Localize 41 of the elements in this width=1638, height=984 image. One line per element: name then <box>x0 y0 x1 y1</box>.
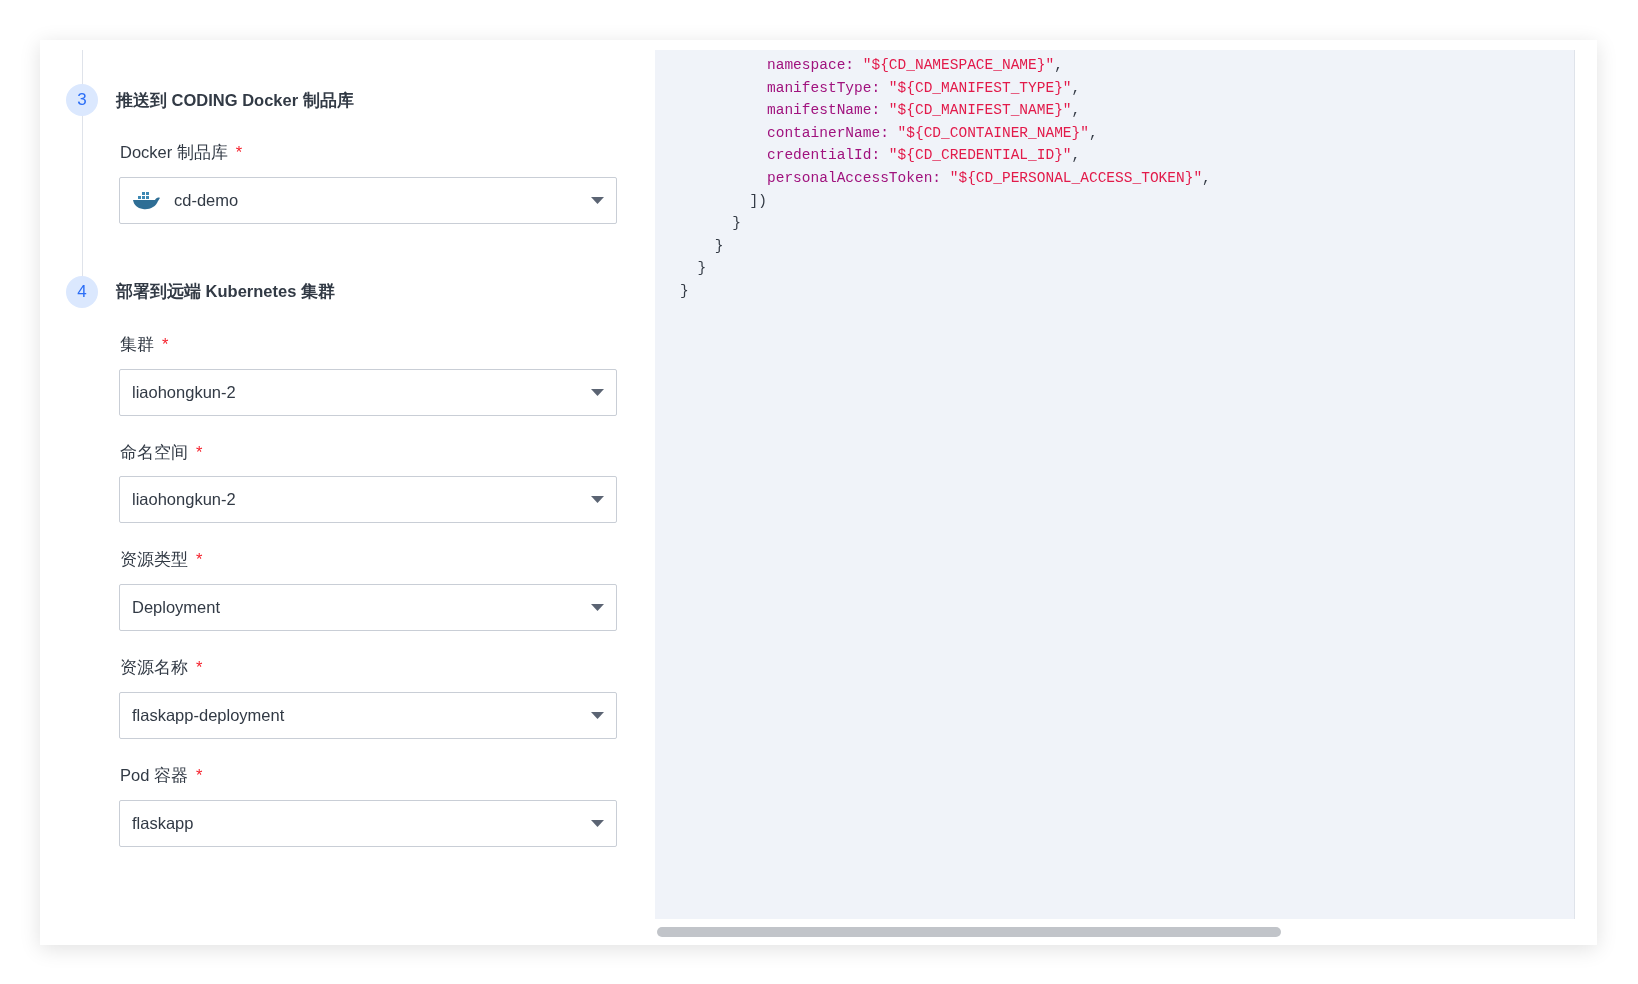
code-line: credentialId: "${CD_CREDENTIAL_ID}", <box>766 146 1082 166</box>
caret-icon <box>591 604 604 611</box>
code-line: } <box>731 214 742 234</box>
required-mark: * <box>235 143 243 161</box>
code-line: namespace: "${CD_NAMESPACE_NAME}", <box>766 56 1064 75</box>
caret-icon <box>591 388 604 396</box>
code-line: manifestType: "${CD_MANIFEST_TYPE}", <box>766 78 1082 98</box>
caret-icon <box>591 711 604 719</box>
field-label: 命名空间 <box>120 442 188 461</box>
code-line: ]) <box>748 191 768 211</box>
select-field[interactable]: liaohongkun-2 <box>119 368 617 416</box>
field-label: 资源名称 <box>120 658 188 676</box>
required-mark: * <box>162 334 169 353</box>
caret-icon <box>591 496 604 504</box>
caret-icon <box>591 819 604 827</box>
field-label: 资源类型 <box>120 550 188 569</box>
field-label: Pod 容器 <box>120 765 188 784</box>
required-mark: * <box>196 658 203 676</box>
field-label: Docker 制品库 <box>120 143 228 161</box>
whale-icon <box>132 190 162 211</box>
step-title: 部署到远端 Kubernetes 集群 <box>116 281 335 303</box>
step-number: 4 <box>66 275 98 308</box>
code-line: containerName: "${CD_CONTAINER_NAME}", <box>766 123 1099 143</box>
code-line: } <box>713 236 725 256</box>
code-line: personalAccessToken: "${CD_PERSONAL_ACCESS_TOKEN}", <box>766 168 1212 188</box>
select-field[interactable]: flaskapp <box>119 799 617 847</box>
field-label: 集群 <box>120 334 154 353</box>
code-line: } <box>680 281 690 301</box>
step-title: 推送到 CODING Docker 制品库 <box>116 89 354 111</box>
step-number: 3 <box>66 84 98 116</box>
select-field[interactable]: cd-demo <box>119 176 617 224</box>
code-line: manifestName: "${CD_MANIFEST_NAME}", <box>766 101 1082 121</box>
required-mark: * <box>196 550 203 569</box>
caret-icon <box>591 196 604 204</box>
select-field[interactable]: liaohongkun-2 <box>119 476 617 524</box>
select-field[interactable]: Deployment <box>119 584 617 631</box>
code-line: } <box>696 259 708 279</box>
required-mark: * <box>196 442 203 461</box>
required-mark: * <box>195 765 203 784</box>
scrollbar-thumb[interactable] <box>657 927 1281 937</box>
select-field[interactable]: flaskapp-deployment <box>119 691 617 739</box>
